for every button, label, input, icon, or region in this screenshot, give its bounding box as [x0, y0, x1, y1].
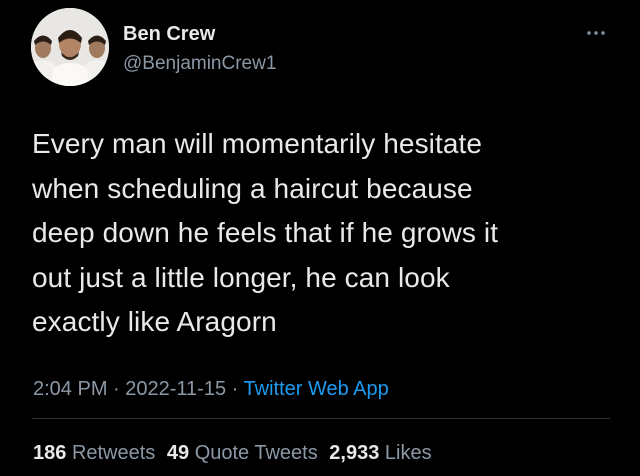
tweet-text-line: deep down he feels that if he grows it	[32, 217, 499, 248]
retweets-label: Retweets	[71, 442, 156, 464]
tweet-text-line: Every man will momentarily hesitate	[32, 128, 483, 159]
tweet-text-line: exactly like Aragorn	[32, 306, 277, 337]
likes-stat[interactable]: 2,933 Likes	[329, 442, 431, 464]
quote-tweets-count: 49	[166, 442, 190, 464]
retweets-stat[interactable]: 186 Retweets	[33, 442, 155, 464]
author-name[interactable]: Ben Crew	[123, 22, 215, 46]
tweet-source-link[interactable]: Twitter Web App	[244, 378, 389, 400]
tweet-stats: 186 Retweets 49 Quote Tweets 2,933 Likes	[33, 441, 438, 465]
tweet-date[interactable]: 2022-11-15	[125, 378, 226, 400]
tweet-meta: 2:04 PM · 2022-11-15 · Twitter Web App	[33, 377, 389, 401]
tweet-text-line: when scheduling a haircut because	[32, 172, 473, 204]
tweet-time[interactable]: 2:04 PM	[33, 378, 107, 400]
author-handle[interactable]: @BenjaminCrew1	[123, 53, 276, 75]
quote-tweets-stat[interactable]: 49 Quote Tweets	[167, 442, 318, 464]
meta-separator: ·	[107, 378, 126, 400]
avatar-photo	[31, 8, 109, 86]
tweet-card: Ben Crew @BenjaminCrew1 Every man will m…	[0, 0, 640, 476]
tweet-text-line: out just a little longer, he can look	[32, 261, 450, 293]
avatar[interactable]	[31, 8, 109, 86]
meta-separator: ·	[226, 378, 244, 400]
divider	[32, 418, 610, 419]
likes-count: 2,933	[329, 442, 380, 464]
retweets-count: 186	[33, 442, 67, 464]
likes-label: Likes	[384, 442, 432, 464]
quote-tweets-label: Quote Tweets	[194, 442, 318, 464]
more-horizontal-icon[interactable]	[583, 27, 609, 39]
tweet-text: Every man will momentarily hesitate when…	[32, 122, 617, 345]
